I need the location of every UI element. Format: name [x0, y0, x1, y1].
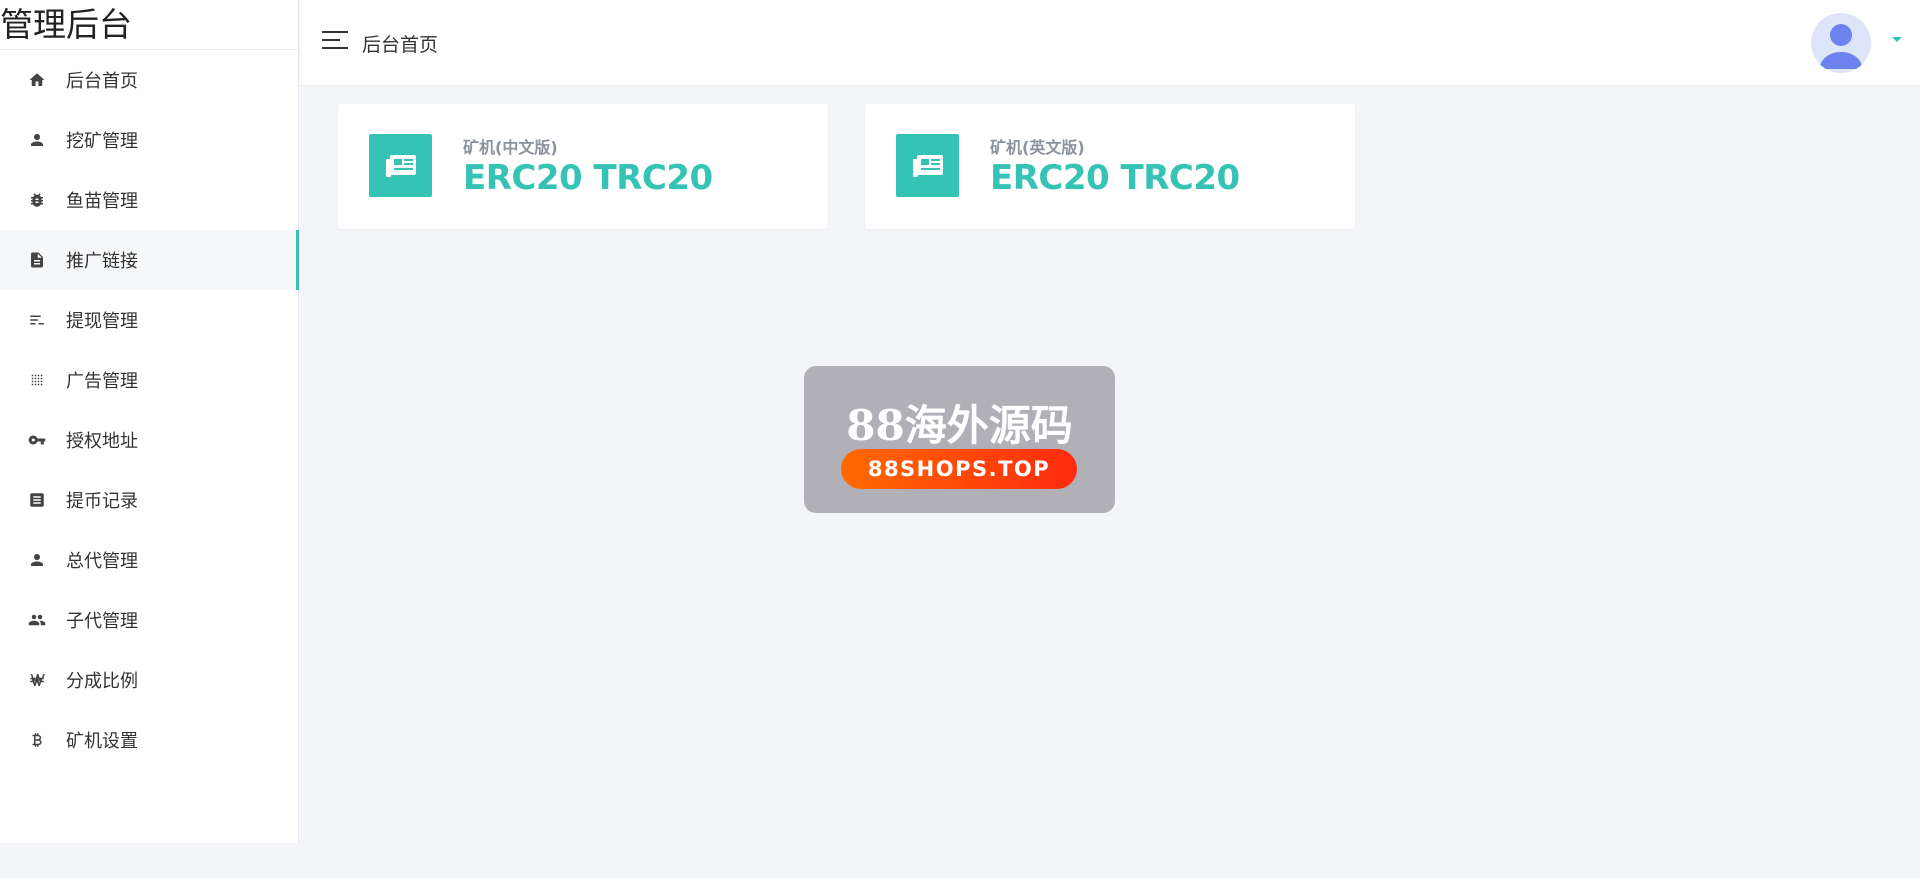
card-label: 矿机(英文版) — [990, 138, 1085, 157]
top-header: 后台首页 — [300, 0, 1920, 86]
newspaper-icon — [369, 134, 432, 197]
watermark-overlay: 88海外源码 88SHOPS.TOP — [804, 366, 1115, 513]
avatar[interactable] — [1811, 13, 1871, 73]
sidebar-item-label: 授权地址 — [66, 431, 138, 452]
sidebar-item-label: 提币记录 — [66, 491, 138, 512]
record-icon — [26, 489, 48, 511]
user-avatar-icon — [1819, 24, 1863, 69]
home-icon — [26, 69, 48, 91]
people-icon — [26, 609, 48, 631]
bitcoin-icon — [26, 729, 48, 751]
sidebar-item-fish[interactable]: 鱼苗管理 — [0, 170, 298, 230]
sidebar-item-coin-records[interactable]: 提币记录 — [0, 470, 298, 530]
sidebar-item-withdraw[interactable]: 提现管理 — [0, 290, 298, 350]
sidebar: 管理后台 后台首页 挖矿管理 鱼苗管理 推广链接 提现管理 广告管理 授权地址 … — [0, 0, 299, 843]
sidebar-item-dashboard[interactable]: 后台首页 — [0, 50, 298, 110]
grid-dots-icon — [26, 369, 48, 391]
watermark-title: 88海外源码 — [846, 401, 1073, 450]
sidebar-menu: 后台首页 挖矿管理 鱼苗管理 推广链接 提现管理 广告管理 授权地址 提币记录 … — [0, 50, 299, 770]
sidebar-item-label: 分成比例 — [66, 671, 138, 692]
sidebar-item-label: 广告管理 — [66, 371, 138, 392]
stat-card-miner-en[interactable]: 矿机(英文版) ERC20 TRC20 — [865, 104, 1355, 229]
sidebar-item-mining[interactable]: 挖矿管理 — [0, 110, 298, 170]
newspaper-icon — [896, 134, 959, 197]
sidebar-item-auth-address[interactable]: 授权地址 — [0, 410, 298, 470]
menu-toggle-icon[interactable] — [322, 31, 348, 53]
sidebar-item-sub-agent[interactable]: 子代管理 — [0, 590, 298, 650]
sidebar-item-miner-settings[interactable]: 矿机设置 — [0, 710, 298, 770]
sidebar-item-commission[interactable]: 分成比例 — [0, 650, 298, 710]
bug-icon — [26, 189, 48, 211]
card-value: ERC20 TRC20 — [463, 158, 713, 198]
sidebar-item-general-agent[interactable]: 总代管理 — [0, 530, 298, 590]
sidebar-item-label: 后台首页 — [66, 71, 138, 92]
won-icon — [26, 669, 48, 691]
sidebar-item-label: 提现管理 — [66, 311, 138, 332]
brand-title: 管理后台 — [0, 0, 298, 50]
sidebar-item-label: 推广链接 — [66, 251, 138, 272]
stat-card-miner-cn[interactable]: 矿机(中文版) ERC20 TRC20 — [338, 104, 828, 229]
list-icon — [26, 309, 48, 331]
document-icon — [26, 249, 48, 271]
sidebar-item-ads[interactable]: 广告管理 — [0, 350, 298, 410]
key-icon — [26, 429, 48, 451]
sidebar-item-label: 挖矿管理 — [66, 131, 138, 152]
card-label: 矿机(中文版) — [463, 138, 558, 157]
person-icon — [26, 549, 48, 571]
sidebar-item-label: 子代管理 — [66, 611, 138, 632]
person-icon — [26, 129, 48, 151]
app-root: 管理后台 后台首页 挖矿管理 鱼苗管理 推广链接 提现管理 广告管理 授权地址 … — [0, 0, 1920, 878]
sidebar-item-label: 总代管理 — [66, 551, 138, 572]
chevron-down-icon[interactable] — [1892, 37, 1902, 42]
page-title: 后台首页 — [362, 34, 439, 56]
watermark-url: 88SHOPS.TOP — [841, 449, 1077, 489]
sidebar-item-promo-link[interactable]: 推广链接 — [0, 230, 299, 290]
sidebar-item-label: 矿机设置 — [66, 731, 138, 752]
sidebar-item-label: 鱼苗管理 — [66, 191, 138, 212]
card-value: ERC20 TRC20 — [990, 158, 1240, 198]
